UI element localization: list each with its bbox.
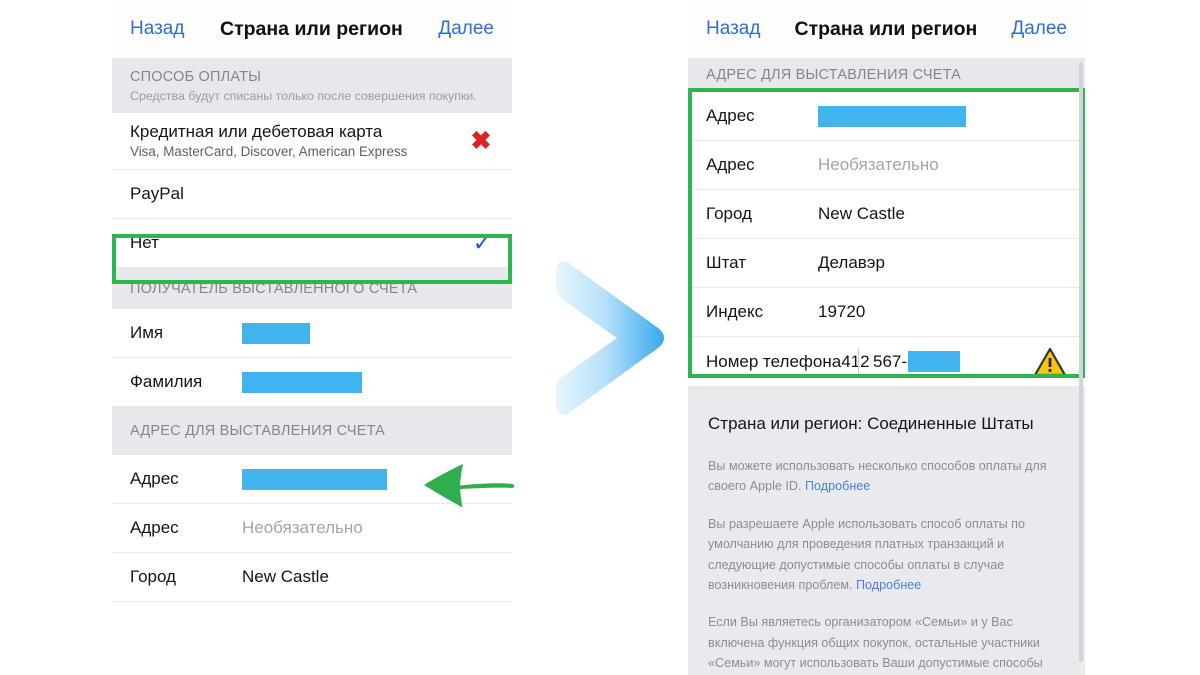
recipient-firstname-redaction	[242, 322, 310, 344]
footer-paragraph-1-text: Вы можете использовать несколько способо…	[708, 459, 1047, 494]
recipient-lastname-redaction	[242, 371, 362, 393]
payment-option-card-label: Кредитная или дебетовая карта	[130, 122, 383, 141]
screenshot-stage: Назад Страна или регион Далее СПОСОБ ОПЛ…	[0, 0, 1200, 675]
phone-number-row[interactable]: Номер телефона412 567-	[688, 337, 1085, 386]
billing-state-value: Делавэр	[818, 253, 885, 272]
billing-address2-label-right: Адрес	[706, 155, 755, 174]
billing-city-row-right[interactable]: Город New Castle	[688, 190, 1085, 239]
billing-address2-placeholder: Необязательно	[242, 518, 363, 537]
right-panel-footer: Страна или регион: Соединенные Штаты Вы …	[688, 386, 1085, 675]
country-region-line: Страна или регион: Соединенные Штаты	[708, 414, 1034, 433]
blue-check-icon: ✓	[472, 229, 492, 256]
billing-address-section-header: АДРЕС ДЛЯ ВЫСТАВЛЕНИЯ СЧЕТА	[112, 407, 512, 455]
billing-address2-row-right[interactable]: Адрес Необязательно	[688, 141, 1085, 190]
next-button-right[interactable]: Далее	[1011, 18, 1067, 40]
footer-link-1[interactable]: Подробнее	[805, 479, 870, 493]
billing-city-row[interactable]: Город New Castle	[112, 553, 512, 602]
billing-address-section-title-right: АДРЕС ДЛЯ ВЫСТАВЛЕНИЯ СЧЕТА	[706, 67, 962, 83]
payment-option-none-label: Нет	[130, 233, 159, 252]
payment-method-section-title: СПОСОБ ОПЛАТЫ	[130, 69, 262, 85]
payment-method-section-header: СПОСОБ ОПЛАТЫ Средства будут списаны тол…	[112, 58, 512, 113]
phone-field-divider	[858, 348, 859, 375]
recipient-section-header: ПОЛУЧАТЕЛЬ ВЫСТАВЛЕННОГО СЧЕТА	[112, 268, 512, 309]
recipient-firstname-label: Имя	[130, 323, 164, 342]
footer-paragraph-3-text: Если Вы являетесь организатором «Семьи» …	[708, 615, 1043, 671]
left-navbar: Назад Страна или регион Далее	[112, 0, 512, 58]
recipient-lastname-row[interactable]: Фамилия	[112, 358, 512, 407]
billing-address2-label: Адрес	[130, 518, 179, 537]
right-phone-panel: Назад Страна или регион Далее АДРЕС ДЛЯ …	[688, 0, 1085, 675]
billing-address1-redaction	[242, 468, 387, 490]
footer-link-2[interactable]: Подробнее	[856, 578, 921, 592]
footer-paragraph-3: Если Вы являетесь организатором «Семьи» …	[688, 612, 1085, 675]
footer-paragraph-1: Вы можете использовать несколько способо…	[688, 456, 1085, 497]
billing-city-value-right: New Castle	[818, 204, 905, 223]
phone-number-label: Номер телефона412	[706, 351, 870, 371]
page-title: Страна или регион	[220, 17, 403, 40]
billing-zip-value: 19720	[818, 302, 866, 321]
billing-address1-label: Адрес	[130, 469, 179, 488]
footer-paragraph-2: Вы разрешаете Apple использовать способ …	[688, 514, 1085, 596]
billing-state-label: Штат	[706, 253, 747, 272]
recipient-section-title: ПОЛУЧАТЕЛЬ ВЫСТАВЛЕННОГО СЧЕТА	[130, 281, 418, 297]
billing-city-value: New Castle	[242, 567, 329, 586]
billing-address-section-header-right: АДРЕС ДЛЯ ВЫСТАВЛЕНИЯ СЧЕТА	[688, 58, 1085, 92]
billing-city-label-right: Город	[706, 204, 752, 223]
payment-method-section-subtitle: Средства будут списаны только после сове…	[130, 89, 477, 103]
back-button[interactable]: Назад	[130, 18, 184, 40]
payment-option-card-sublabel: Visa, MasterCard, Discover, American Exp…	[130, 144, 408, 159]
billing-address2-placeholder-right: Необязательно	[818, 155, 939, 174]
billing-zip-row[interactable]: Индекс 19720	[688, 288, 1085, 337]
billing-state-row[interactable]: Штат Делавэр	[688, 239, 1085, 288]
billing-address1-label-right: Адрес	[706, 106, 755, 125]
recipient-lastname-label: Фамилия	[130, 372, 203, 391]
phone-number-redaction	[908, 351, 961, 372]
footer-spacer	[688, 386, 1085, 414]
right-navbar: Назад Страна или регион Далее	[688, 0, 1085, 58]
billing-address1-redaction-right	[818, 105, 966, 127]
red-x-icon: ✖	[470, 127, 492, 155]
back-button-right[interactable]: Назад	[706, 18, 760, 40]
billing-address1-row-right[interactable]: Адрес	[688, 92, 1085, 141]
recipient-firstname-row[interactable]: Имя	[112, 309, 512, 358]
phone-number-prefix: 567-	[873, 351, 908, 371]
payment-option-paypal-label: PayPal	[130, 184, 184, 203]
scrollbar-thumb[interactable]	[1079, 62, 1083, 662]
payment-option-none-row[interactable]: Нет ✓	[112, 219, 512, 268]
payment-option-card-row[interactable]: Кредитная или дебетовая карта Visa, Mast…	[112, 113, 512, 170]
billing-city-label: Город	[130, 567, 176, 586]
green-left-arrow-annotation	[404, 458, 516, 519]
billing-address-section-title: АДРЕС ДЛЯ ВЫСТАВЛЕНИЯ СЧЕТА	[130, 423, 386, 439]
payment-option-paypal-row[interactable]: PayPal	[112, 170, 512, 219]
page-title-right: Страна или регион	[794, 17, 978, 40]
blue-transition-chevron	[548, 258, 666, 423]
billing-zip-label: Индекс	[706, 302, 764, 321]
warning-triangle-icon	[1033, 347, 1067, 377]
next-button[interactable]: Далее	[438, 18, 494, 40]
left-phone-panel: Назад Страна или регион Далее СПОСОБ ОПЛ…	[112, 0, 512, 675]
